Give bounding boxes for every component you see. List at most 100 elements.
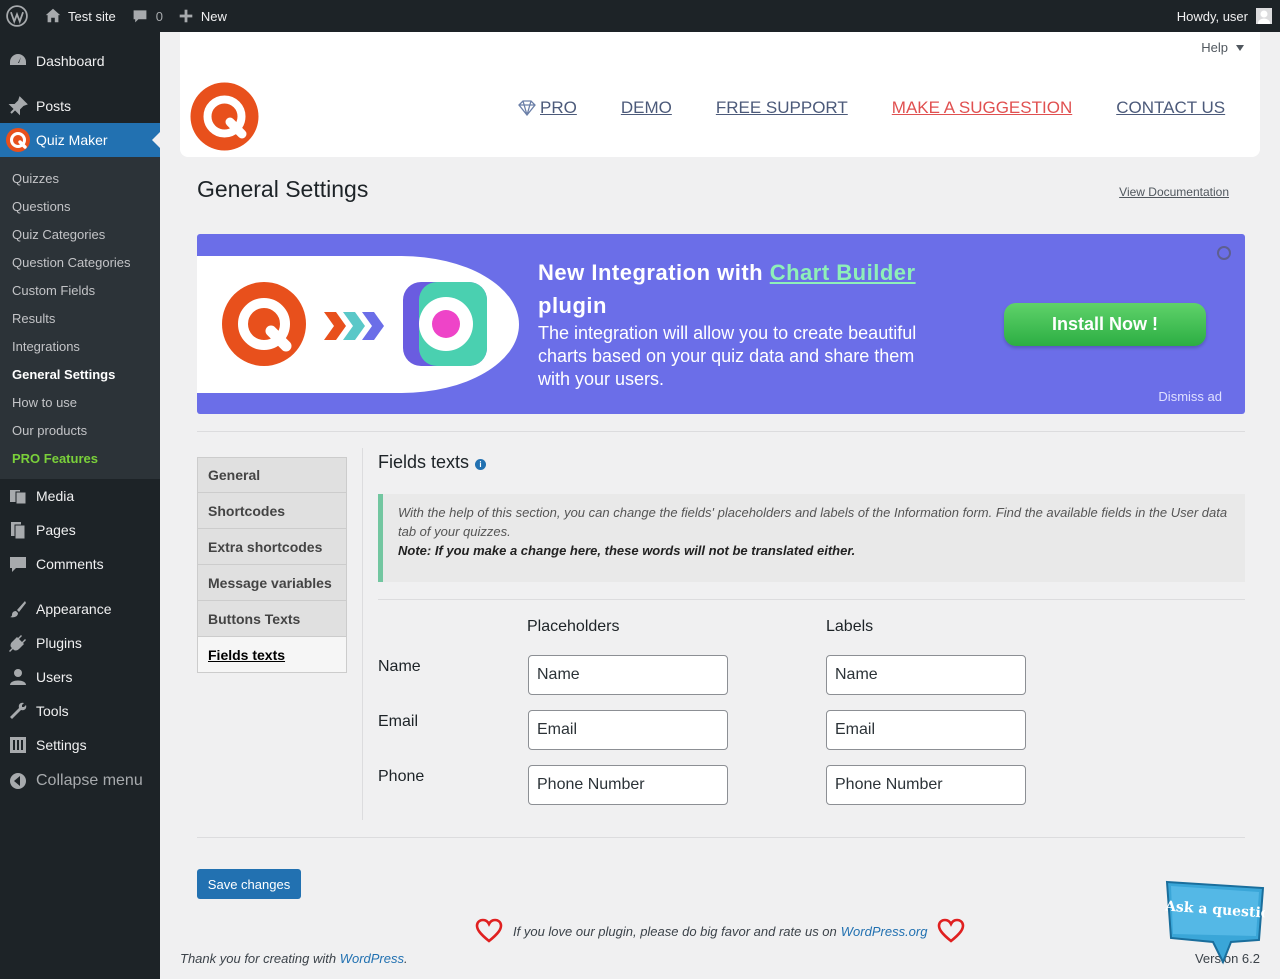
- wordpress-logo-button[interactable]: [0, 0, 36, 32]
- notice-note: Note: If you make a change here, these w…: [398, 543, 856, 558]
- sidebar-item-label: Dashboard: [36, 53, 105, 69]
- top-nav: PRO DEMO FREE SUPPORT MAKE A SUGGESTION …: [518, 98, 1225, 118]
- nav-contact-us-link[interactable]: CONTACT US: [1116, 98, 1225, 118]
- submenu-results[interactable]: Results: [0, 304, 160, 332]
- vertical-divider: [362, 448, 363, 820]
- sidebar-item-plugins[interactable]: Plugins: [0, 626, 160, 660]
- row-label-name: Name: [378, 658, 421, 675]
- rate-text: If you love our plugin, please do big fa…: [513, 923, 837, 939]
- site-name: Test site: [68, 8, 116, 24]
- sidebar-item-label: Appearance: [36, 601, 112, 617]
- sidebar-item-label: Comments: [36, 556, 104, 572]
- dashboard-icon: [8, 51, 28, 71]
- sidebar-item-comments[interactable]: Comments: [0, 547, 160, 581]
- submenu-general-settings[interactable]: General Settings: [0, 360, 160, 388]
- ask-question-widget[interactable]: Ask a question: [1161, 878, 1269, 966]
- nav-demo-link[interactable]: DEMO: [621, 98, 672, 118]
- dismiss-ad-link[interactable]: Dismiss ad: [1158, 389, 1222, 404]
- nav-make-suggestion-link[interactable]: MAKE A SUGGESTION: [892, 98, 1072, 118]
- submenu-integrations[interactable]: Integrations: [0, 332, 160, 360]
- pages-icon: [8, 520, 28, 540]
- row-label-email: Email: [378, 713, 419, 730]
- wordpress-link[interactable]: WordPress: [340, 951, 404, 966]
- close-ad-icon[interactable]: [1217, 246, 1231, 260]
- site-name-link[interactable]: Test site: [36, 0, 124, 32]
- labels-column-header: Labels: [826, 618, 874, 635]
- submenu-our-products[interactable]: Our products: [0, 416, 160, 444]
- page-title: General Settings: [197, 176, 369, 202]
- thanks-text: Thank you for creating with: [180, 951, 337, 966]
- submenu-how-to-use[interactable]: How to use: [0, 388, 160, 416]
- sidebar-item-tools[interactable]: Tools: [0, 694, 160, 728]
- quiz-maker-submenu: Quizzes Questions Quiz Categories Questi…: [0, 157, 160, 479]
- account-menu[interactable]: Howdy, user: [1177, 8, 1280, 24]
- row-label-phone: Phone: [378, 768, 425, 785]
- new-content-link[interactable]: New: [171, 0, 235, 32]
- divider: [197, 837, 1245, 838]
- home-icon: [45, 8, 61, 23]
- tab-shortcodes[interactable]: Shortcodes: [197, 493, 347, 529]
- submenu-question-categories[interactable]: Question Categories: [0, 248, 160, 276]
- sidebar-item-pages[interactable]: Pages: [0, 513, 160, 547]
- name-label-input[interactable]: Name: [826, 655, 1026, 695]
- tab-message-variables[interactable]: Message variables: [197, 565, 347, 601]
- heart-icon: [475, 918, 503, 943]
- section-title: Fields texts i: [378, 452, 487, 473]
- divider: [197, 431, 1245, 432]
- collapse-menu-label: Collapse menu: [36, 772, 143, 789]
- sidebar-item-media[interactable]: Media: [0, 479, 160, 513]
- submenu-quiz-categories[interactable]: Quiz Categories: [0, 220, 160, 248]
- name-placeholder-input[interactable]: Name: [528, 655, 728, 695]
- collapse-menu-button[interactable]: Collapse menu: [0, 762, 160, 800]
- integration-illustration: [197, 256, 519, 393]
- section-title-text: Fields texts: [378, 452, 470, 472]
- submenu-pro-features[interactable]: PRO Features: [0, 444, 160, 472]
- info-icon[interactable]: i: [475, 459, 487, 470]
- sidebar-item-label: Users: [36, 669, 73, 685]
- quiz-maker-logo[interactable]: [190, 82, 259, 151]
- nav-pro-link[interactable]: PRO: [518, 98, 577, 118]
- submenu-custom-fields[interactable]: Custom Fields: [0, 276, 160, 304]
- media-icon: [8, 486, 28, 506]
- nav-free-support-link[interactable]: FREE SUPPORT: [716, 98, 848, 118]
- submenu-quizzes[interactable]: Quizzes: [0, 164, 160, 192]
- plus-icon: [179, 9, 193, 23]
- tab-fields-texts[interactable]: Fields texts: [197, 637, 347, 673]
- phone-placeholder-input[interactable]: Phone Number: [528, 765, 728, 805]
- tab-general[interactable]: General: [197, 457, 347, 493]
- sidebar-item-dashboard[interactable]: Dashboard: [0, 44, 160, 78]
- email-label-input[interactable]: Email: [826, 710, 1026, 750]
- email-placeholder-input[interactable]: Email: [528, 710, 728, 750]
- sidebar-item-quiz-maker[interactable]: Quiz Maker: [0, 123, 160, 157]
- sidebar-item-appearance[interactable]: Appearance: [0, 592, 160, 626]
- help-tab-button[interactable]: Help: [1201, 40, 1244, 55]
- placeholders-column-header: Placeholders: [527, 618, 620, 635]
- sidebar-item-label: Tools: [36, 703, 69, 719]
- settings-sliders-icon: [8, 735, 28, 755]
- rate-us-line: If you love our plugin, please do big fa…: [475, 918, 965, 944]
- settings-tabs: General Shortcodes Extra shortcodes Mess…: [197, 457, 347, 673]
- new-label: New: [200, 8, 227, 24]
- sidebar-item-label: Media: [36, 488, 75, 504]
- banner-title-suffix: plugin: [538, 293, 607, 318]
- view-documentation-link[interactable]: View Documentation: [1119, 185, 1229, 199]
- diamond-icon: [518, 100, 536, 116]
- submenu-questions[interactable]: Questions: [0, 192, 160, 220]
- chart-builder-link[interactable]: Chart Builder: [770, 260, 916, 285]
- sidebar-item-label: Settings: [36, 737, 87, 753]
- sidebar-item-users[interactable]: Users: [0, 660, 160, 694]
- comments-link[interactable]: 0: [124, 0, 171, 32]
- save-changes-button[interactable]: Save changes: [197, 869, 301, 899]
- sidebar-item-settings[interactable]: Settings: [0, 728, 160, 762]
- sidebar-item-posts[interactable]: Posts: [0, 89, 160, 123]
- sidebar-item-label: Pages: [36, 522, 76, 538]
- banner-title-prefix: New Integration with: [538, 260, 770, 285]
- tab-extra-shortcodes[interactable]: Extra shortcodes: [197, 529, 347, 565]
- tab-buttons-texts[interactable]: Buttons Texts: [197, 601, 347, 637]
- phone-label-input[interactable]: Phone Number: [826, 765, 1026, 805]
- install-now-button[interactable]: Install Now !: [1004, 303, 1206, 346]
- wordpress-org-link[interactable]: WordPress.org: [841, 924, 928, 939]
- plug-icon: [8, 633, 28, 653]
- heart-icon: [938, 918, 965, 943]
- wrench-icon: [8, 701, 28, 721]
